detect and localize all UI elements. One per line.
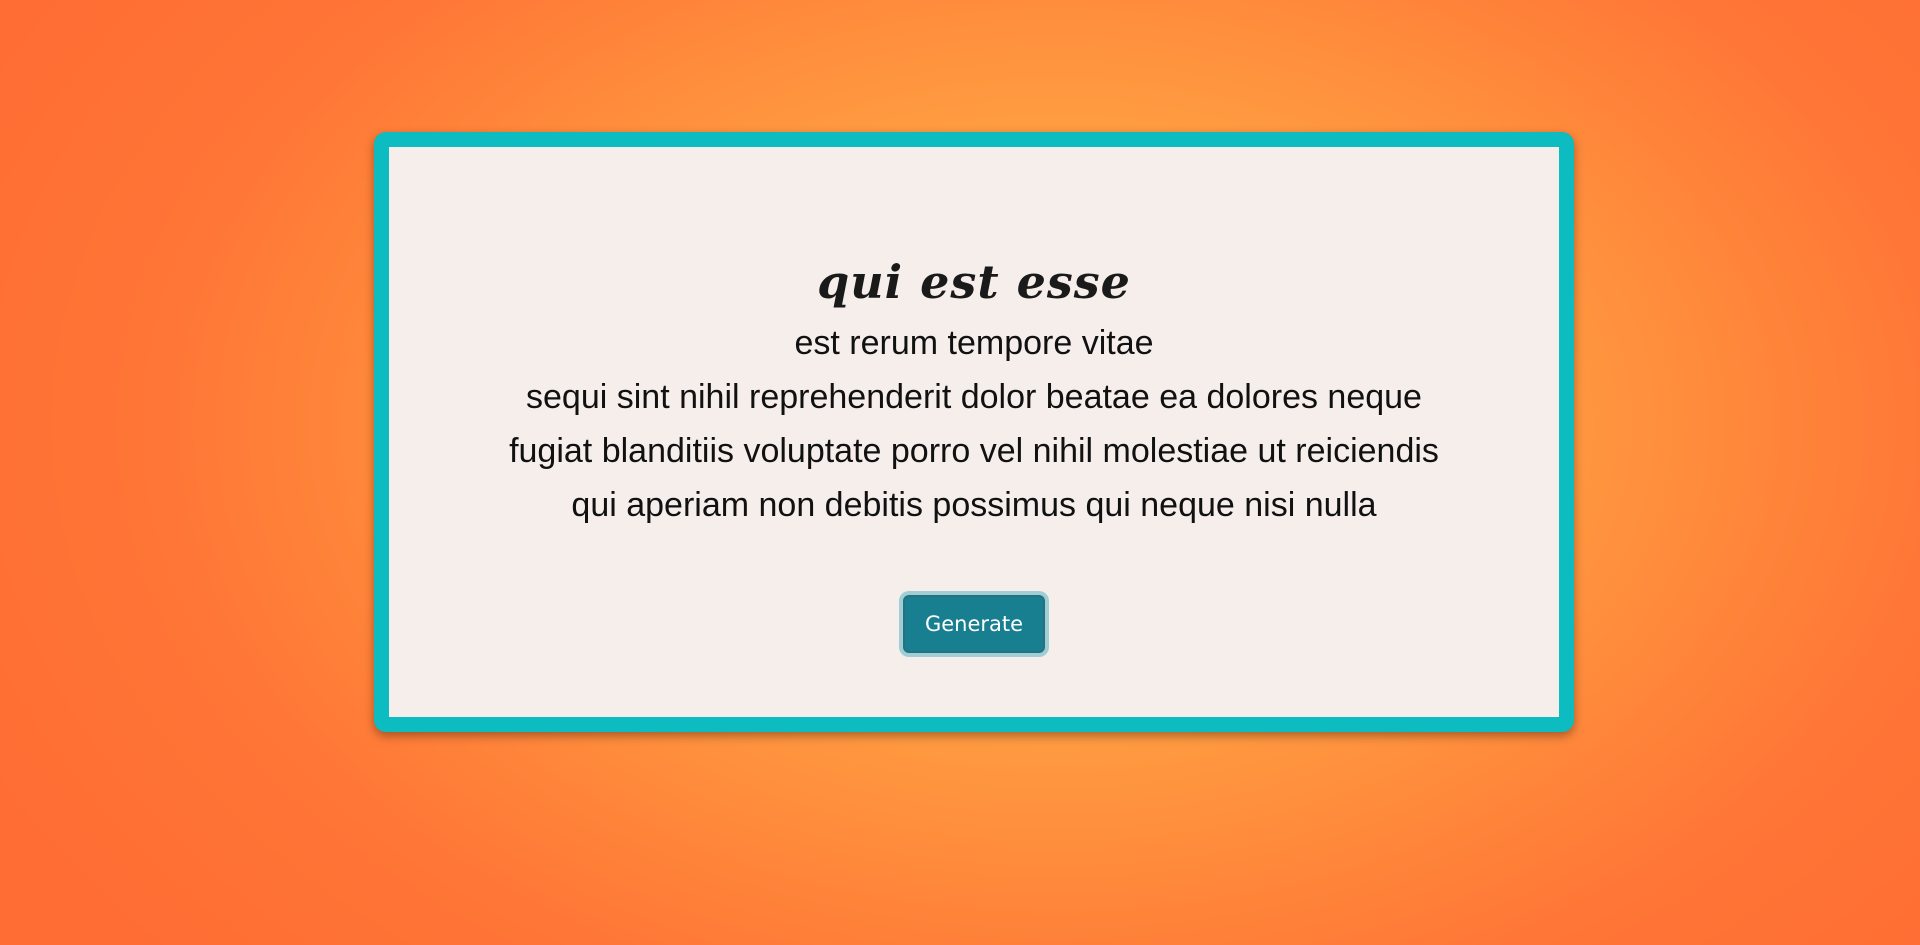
post-body: est rerum tempore vitae sequi sint nihil… bbox=[509, 324, 1439, 524]
post-card: qui est esse est rerum tempore vitae seq… bbox=[389, 147, 1559, 717]
post-card-frame: qui est esse est rerum tempore vitae seq… bbox=[374, 132, 1574, 732]
post-title: qui est esse bbox=[817, 255, 1131, 309]
generate-button[interactable]: Generate bbox=[902, 595, 1046, 653]
